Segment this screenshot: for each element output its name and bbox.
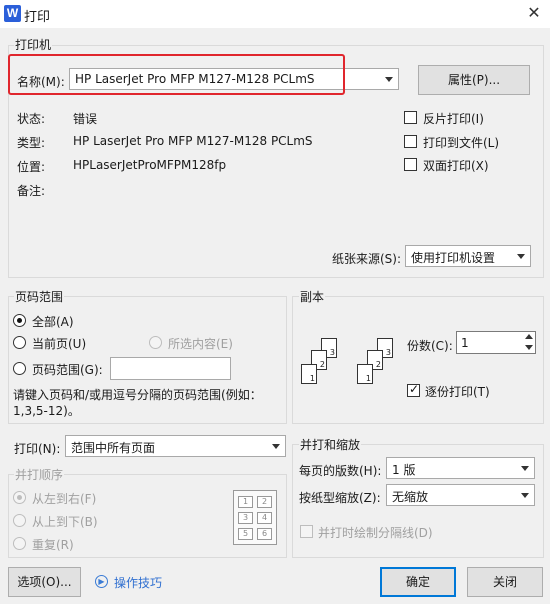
range-current-radio[interactable]: [13, 336, 26, 349]
range-selection-radio[interactable]: [149, 336, 162, 349]
close-icon[interactable]: ✕: [524, 3, 544, 23]
sheet-number: 3: [329, 348, 335, 357]
scale-value: 无缩放: [392, 490, 429, 504]
pages-per-sheet-value: 1 版: [392, 463, 416, 477]
type-label: 类型:: [17, 136, 46, 150]
paper-source-label: 纸张来源(S):: [332, 252, 402, 266]
page-range-hint: 请键入页码和/或用逗号分隔的页码范围(例如：1,3,5-12)。: [13, 388, 262, 418]
order-cell: 5: [238, 528, 253, 540]
print-to-file-checkbox[interactable]: [404, 135, 417, 148]
order-cell: 1: [238, 496, 253, 508]
highlight-box: [8, 54, 345, 95]
page-range-title: 页码范围: [14, 288, 65, 305]
sheet-number: 2: [319, 360, 325, 369]
type-value: HP LaserJet Pro MFP M127-M128 PCLmS: [73, 134, 313, 148]
window-title: 打印: [24, 10, 51, 25]
print-what-value: 范围中所有页面: [71, 441, 156, 455]
close-button[interactable]: 关闭: [467, 567, 543, 597]
pages-per-sheet-select[interactable]: 1 版: [386, 457, 535, 479]
pages-per-sheet-label: 每页的版数(H):: [299, 464, 382, 478]
order-cell: 3: [238, 512, 253, 524]
order-cell: 6: [257, 528, 272, 540]
chevron-down-icon: [521, 466, 529, 471]
title-bar: W 打印 ✕: [0, 0, 550, 28]
print-what-label: 打印(N):: [14, 442, 61, 456]
copies-count-stepper[interactable]: 1: [456, 331, 536, 354]
reverse-print-checkbox[interactable]: [404, 111, 417, 124]
paper-source-select[interactable]: 使用打印机设置: [405, 245, 531, 267]
collate-stack-1-icon: 3 2 1: [301, 338, 345, 390]
order-top-bottom-label: 从上到下(B): [32, 515, 98, 529]
tips-link[interactable]: 操作技巧: [114, 574, 162, 591]
comment-label: 备注:: [17, 184, 46, 198]
ok-button[interactable]: 确定: [380, 567, 456, 597]
sheet-number: 1: [309, 374, 315, 383]
copies-count-label: 份数(C):: [407, 339, 453, 353]
draw-borders-checkbox[interactable]: [300, 525, 313, 538]
order-repeat-radio[interactable]: [13, 537, 26, 550]
order-left-right-radio[interactable]: [13, 491, 26, 504]
range-all-label: 全部(A): [32, 315, 74, 329]
range-pages-radio[interactable]: [13, 362, 26, 375]
scale-select[interactable]: 无缩放: [386, 484, 535, 506]
location-label: 位置:: [17, 160, 46, 174]
spin-up-icon[interactable]: [525, 334, 533, 339]
copies-count-value: 1: [461, 336, 469, 350]
order-cell: 2: [257, 496, 272, 508]
scale-label: 按纸型缩放(Z):: [299, 491, 381, 505]
range-pages-label: 页码范围(G):: [32, 363, 103, 377]
chevron-down-icon: [517, 254, 525, 259]
options-button[interactable]: 选项(O)...: [8, 567, 81, 597]
chevron-down-icon: [272, 444, 280, 449]
chevron-down-icon: [521, 493, 529, 498]
draw-borders-label: 并打时绘制分隔线(D): [318, 526, 433, 540]
spin-down-icon[interactable]: [525, 345, 533, 350]
chevron-down-icon: [385, 77, 393, 82]
range-current-label: 当前页(U): [32, 337, 87, 351]
location-value: HPLaserJetProMFPM128fp: [73, 158, 227, 172]
printer-group-title: 打印机: [14, 36, 53, 53]
range-selection-label: 所选内容(E): [168, 337, 233, 351]
page-sheet: 1: [357, 364, 373, 384]
paper-source-value: 使用打印机设置: [411, 251, 496, 265]
reverse-print-label: 反片打印(I): [423, 112, 484, 126]
zoom-title: 并打和缩放: [299, 436, 362, 453]
copies-title: 副本: [299, 288, 326, 305]
order-left-right-label: 从左到右(F): [32, 492, 97, 506]
collate-label: 逐份打印(T): [425, 385, 490, 399]
wps-writer-icon: W: [4, 5, 21, 22]
duplex-checkbox[interactable]: [404, 158, 417, 171]
page-range-input[interactable]: [110, 357, 231, 380]
range-all-radio[interactable]: [13, 314, 26, 327]
sheet-number: 2: [375, 360, 381, 369]
order-cell: 4: [257, 512, 272, 524]
order-preview: 1 2 3 4 5 6: [233, 490, 277, 545]
sheet-number: 3: [385, 348, 391, 357]
print-what-select[interactable]: 范围中所有页面: [65, 435, 286, 457]
order-title: 并打顺序: [14, 466, 65, 483]
order-top-bottom-radio[interactable]: [13, 514, 26, 527]
properties-button[interactable]: 属性(P)...: [418, 65, 530, 95]
page-sheet: 1: [301, 364, 317, 384]
status-value: 错误: [73, 112, 98, 126]
collate-stack-2-icon: 3 2 1: [357, 338, 401, 390]
collate-checkbox[interactable]: [407, 382, 420, 397]
status-label: 状态:: [17, 112, 46, 126]
duplex-label: 双面打印(X): [423, 159, 489, 173]
sheet-number: 1: [365, 374, 371, 383]
order-repeat-label: 重复(R): [32, 538, 74, 552]
print-to-file-label: 打印到文件(L): [423, 136, 500, 150]
play-help-icon[interactable]: ▶: [95, 575, 108, 588]
